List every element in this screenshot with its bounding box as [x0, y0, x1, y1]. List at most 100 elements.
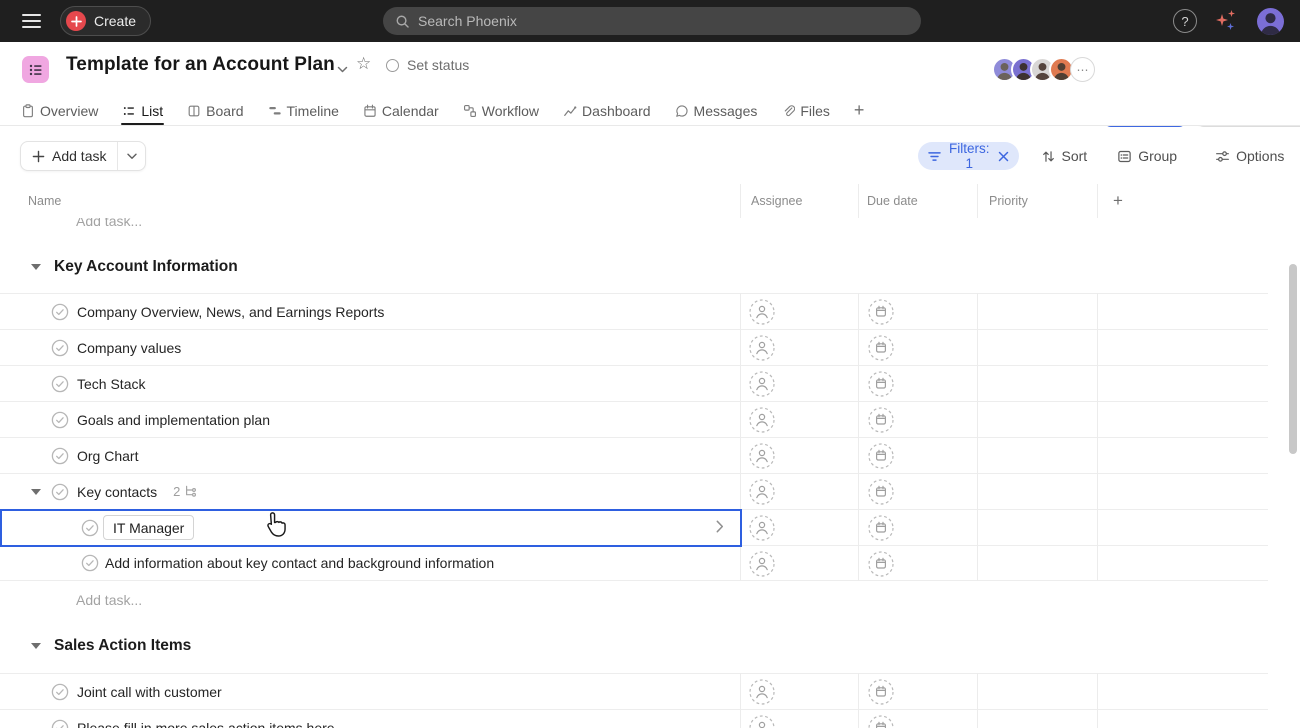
- column-header-due-date[interactable]: Due date: [858, 184, 977, 218]
- tab-label: Dashboard: [582, 103, 651, 119]
- assignee-placeholder-icon[interactable]: [749, 715, 775, 728]
- task-list: Add task... Key Account Information Comp…: [0, 218, 1268, 728]
- due-date-placeholder-icon[interactable]: [868, 679, 894, 710]
- set-status-label: Set status: [407, 57, 469, 73]
- assignee-placeholder-icon[interactable]: [749, 515, 775, 546]
- create-button[interactable]: Create: [60, 6, 151, 36]
- due-date-placeholder-icon[interactable]: [868, 299, 894, 330]
- tab-files[interactable]: Files: [780, 96, 831, 125]
- add-task-button[interactable]: Add task: [21, 142, 117, 170]
- check-circle-icon[interactable]: [51, 447, 69, 465]
- filters-pill[interactable]: Filters: 1: [918, 142, 1019, 170]
- task-title: Company values: [77, 340, 181, 356]
- add-task-row[interactable]: Add task...: [0, 218, 1268, 240]
- group-button[interactable]: Group: [1117, 148, 1177, 164]
- assignee-placeholder-icon[interactable]: [749, 299, 775, 330]
- topbar-right: ?: [1173, 0, 1284, 42]
- clear-filter-x-icon[interactable]: [998, 151, 1009, 162]
- check-circle-icon[interactable]: [51, 483, 69, 501]
- title-chevron-down-icon[interactable]: [337, 62, 348, 77]
- due-date-placeholder-icon[interactable]: [868, 407, 894, 438]
- assignee-placeholder-icon[interactable]: [749, 335, 775, 366]
- task-row[interactable]: Joint call with customer: [0, 673, 1268, 709]
- tab-dashboard[interactable]: Dashboard: [562, 96, 652, 125]
- app-window: Create ? Template for an Account Plan: [0, 0, 1300, 728]
- due-date-placeholder-icon[interactable]: [868, 715, 894, 728]
- plus-icon: [32, 150, 45, 163]
- add-column-button[interactable]: +: [1097, 184, 1268, 218]
- sort-label: Sort: [1062, 148, 1088, 164]
- assignee-placeholder-icon[interactable]: [749, 407, 775, 438]
- due-date-placeholder-icon[interactable]: [868, 551, 894, 582]
- sort-button[interactable]: Sort: [1041, 148, 1088, 164]
- assignee-placeholder-icon[interactable]: [749, 443, 775, 474]
- tab-calendar[interactable]: Calendar: [362, 96, 440, 125]
- task-row[interactable]: Please fill in more sales action items h…: [0, 709, 1268, 728]
- column-header-priority[interactable]: Priority: [977, 184, 1097, 218]
- check-circle-icon[interactable]: [81, 554, 99, 572]
- check-circle-icon[interactable]: [81, 519, 99, 537]
- check-circle-icon[interactable]: [51, 339, 69, 357]
- section-header-key-account-information[interactable]: Key Account Information: [0, 240, 1268, 293]
- due-date-placeholder-icon[interactable]: [868, 335, 894, 366]
- column-header-assignee[interactable]: Assignee: [740, 184, 858, 218]
- due-date-placeholder-icon[interactable]: [868, 515, 894, 546]
- sparkles-ai-icon[interactable]: [1215, 9, 1239, 33]
- tab-messages[interactable]: Messages: [674, 96, 759, 125]
- section-header-sales-action-items[interactable]: Sales Action Items: [0, 618, 1268, 673]
- tab-label: Calendar: [382, 103, 439, 119]
- assignee-placeholder-icon[interactable]: [749, 679, 775, 710]
- due-date-placeholder-icon[interactable]: [868, 371, 894, 402]
- task-row[interactable]: Org Chart: [0, 437, 1268, 473]
- tab-overview[interactable]: Overview: [20, 96, 99, 125]
- scrollbar-thumb[interactable]: [1289, 264, 1297, 454]
- favorite-star-icon[interactable]: ☆: [356, 54, 371, 74]
- tab-list[interactable]: List: [121, 96, 164, 125]
- assignee-placeholder-icon[interactable]: [749, 479, 775, 510]
- add-task-label: Add task: [52, 148, 106, 164]
- task-title: Joint call with customer: [77, 684, 222, 700]
- task-row-it-manager-selected[interactable]: IT Manager: [0, 509, 1268, 545]
- tab-board[interactable]: Board: [186, 96, 244, 125]
- list-emoji-icon[interactable]: [22, 56, 49, 83]
- add-task-row[interactable]: Add task...: [0, 581, 1268, 618]
- plus-icon: [66, 11, 86, 31]
- help-button[interactable]: ?: [1173, 9, 1197, 33]
- tab-timeline[interactable]: Timeline: [267, 96, 340, 125]
- task-row[interactable]: Tech Stack: [0, 365, 1268, 401]
- task-title: Goals and implementation plan: [77, 412, 270, 428]
- more-members-button[interactable]: ⋯: [1070, 57, 1095, 82]
- hamburger-menu-icon[interactable]: [18, 8, 44, 34]
- task-row[interactable]: Company Overview, News, and Earnings Rep…: [0, 293, 1268, 329]
- filter-icon: [928, 151, 941, 162]
- column-header-name[interactable]: Name: [0, 184, 740, 218]
- add-view-button[interactable]: +: [853, 96, 866, 125]
- task-title: Company Overview, News, and Earnings Rep…: [77, 304, 384, 320]
- check-circle-icon[interactable]: [51, 683, 69, 701]
- options-button[interactable]: Options: [1215, 148, 1284, 164]
- check-circle-icon[interactable]: [51, 411, 69, 429]
- check-circle-icon[interactable]: [51, 719, 69, 728]
- check-circle-icon[interactable]: [51, 375, 69, 393]
- assignee-placeholder-icon[interactable]: [749, 551, 775, 582]
- collapse-triangle-icon[interactable]: [31, 643, 41, 649]
- task-row[interactable]: Company values: [0, 329, 1268, 365]
- due-date-placeholder-icon[interactable]: [868, 443, 894, 474]
- set-status-button[interactable]: Set status: [386, 57, 469, 73]
- search-input[interactable]: [418, 13, 909, 29]
- filters-label: Filters: 1: [949, 141, 990, 171]
- task-row-key-contacts[interactable]: Key contacts 2: [0, 473, 1268, 509]
- assignee-placeholder-icon[interactable]: [749, 371, 775, 402]
- collapse-triangle-icon[interactable]: [31, 264, 41, 270]
- task-name-edit-box[interactable]: IT Manager: [103, 515, 194, 540]
- global-search[interactable]: [383, 7, 921, 35]
- due-date-placeholder-icon[interactable]: [868, 479, 894, 510]
- check-circle-icon[interactable]: [51, 303, 69, 321]
- expand-triangle-icon[interactable]: [31, 489, 41, 495]
- task-row[interactable]: Add information about key contact and ba…: [0, 545, 1268, 581]
- open-task-chevron-right-icon[interactable]: [716, 520, 724, 533]
- tab-workflow[interactable]: Workflow: [462, 96, 540, 125]
- add-task-dropdown[interactable]: [118, 142, 145, 170]
- task-row[interactable]: Goals and implementation plan: [0, 401, 1268, 437]
- user-avatar[interactable]: [1257, 8, 1284, 35]
